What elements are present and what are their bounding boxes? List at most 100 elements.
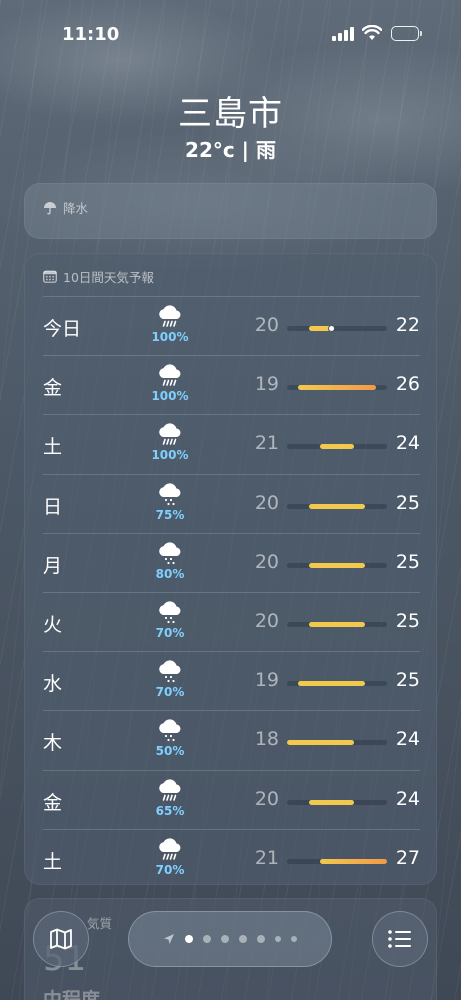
forecast-weather: 80%	[144, 542, 196, 581]
forecast-row[interactable]: 土 70% 21 27	[43, 828, 420, 888]
precip-chance: 100%	[151, 389, 189, 404]
air-quality-description: 中程度	[43, 989, 101, 1000]
rain-cloud-icon	[159, 364, 181, 386]
page-dot[interactable]	[257, 935, 265, 943]
forecast-row[interactable]: 火 70% 20 25	[43, 591, 420, 651]
forecast-low: 19	[254, 373, 279, 396]
temperature-range-bar	[309, 503, 365, 509]
forecast-high: 25	[395, 491, 420, 514]
forecast-row[interactable]: 木 50% 18 24	[43, 710, 420, 769]
precip-chance: 70%	[155, 685, 185, 700]
drizzle-cloud-icon	[159, 542, 181, 564]
temperature-range-bar	[298, 385, 376, 391]
rain-cloud-icon	[159, 838, 181, 860]
forecast-day: 月	[43, 554, 63, 577]
drizzle-cloud-icon	[159, 601, 181, 624]
forecast-weather: 100%	[144, 364, 196, 403]
forecast-high: 24	[395, 787, 420, 810]
temperature-range-track	[287, 799, 387, 805]
list-icon	[388, 930, 411, 948]
precip-chance: 100%	[151, 448, 189, 463]
temperature-range-bar	[287, 740, 354, 746]
forecast-day: 土	[43, 436, 63, 459]
drizzle-cloud-icon	[159, 482, 181, 505]
rain-cloud-icon	[159, 423, 181, 446]
forecast-row[interactable]: 金 100% 19 26	[43, 355, 420, 414]
forecast-row[interactable]: 水 70% 19 25	[43, 651, 420, 710]
map-button[interactable]	[33, 911, 89, 967]
forecast-card-header: 10日間天気予報	[43, 267, 154, 286]
forecast-weather: 100%	[144, 305, 196, 344]
temperature-range-bar	[309, 621, 365, 627]
forecast-low: 20	[254, 787, 279, 810]
forecast-day: 水	[43, 673, 63, 696]
forecast-day: 日	[43, 495, 63, 518]
forecast-day: 今日	[43, 318, 82, 340]
forecast-day: 金	[43, 377, 63, 400]
forecast-high: 27	[395, 846, 420, 869]
forecast-weather: 70%	[144, 601, 196, 640]
air-quality-title: 気質	[87, 916, 113, 931]
temperature-range-track	[287, 385, 387, 391]
forecast-day: 金	[43, 791, 63, 814]
page-dot[interactable]	[221, 935, 229, 943]
signal-icon	[332, 27, 354, 41]
temperature-range-bar	[298, 681, 365, 687]
temperature-range-track	[287, 325, 387, 332]
forecast-high: 26	[395, 373, 420, 396]
forecast-row[interactable]: 金 65% 20 24	[43, 769, 420, 829]
forecast-row[interactable]: 土 100% 21 24	[43, 414, 420, 473]
temperature-range-track	[287, 562, 387, 568]
forecast-weather: 65%	[144, 778, 196, 818]
page-dot[interactable]	[291, 936, 297, 942]
page-dot[interactable]	[239, 935, 247, 943]
precip-chance: 70%	[155, 625, 185, 640]
precipitation-card[interactable]: 降水	[24, 183, 437, 239]
forecast-weather: 50%	[144, 719, 196, 758]
forecast-high: 25	[395, 550, 420, 573]
wifi-icon	[362, 25, 382, 40]
temperature-range-bar	[320, 858, 387, 864]
location-list-button[interactable]	[372, 911, 428, 967]
status-time: 11:10	[62, 24, 120, 45]
forecast-low: 20	[254, 609, 279, 632]
temperature-range-track	[287, 740, 387, 746]
page-dot[interactable]	[203, 935, 211, 943]
current-temperature-dot	[327, 325, 335, 332]
umbrella-icon	[44, 201, 56, 214]
page-dot[interactable]	[275, 936, 281, 942]
forecast-day: 土	[43, 850, 63, 873]
forecast-card-title: 10日間天気予報	[63, 270, 154, 285]
location-pager[interactable]	[128, 911, 332, 967]
forecast-low: 20	[254, 550, 279, 573]
city-name: 三島市	[178, 94, 283, 134]
precipitation-card-title: 降水	[63, 201, 89, 216]
precipitation-card-header: 降水	[43, 198, 88, 217]
battery-icon	[391, 26, 422, 41]
forecast-high: 24	[395, 728, 420, 751]
precip-chance: 70%	[155, 862, 185, 877]
map-icon	[50, 928, 72, 950]
temperature-range-track	[287, 681, 387, 687]
forecast-high: 25	[395, 669, 420, 692]
forecast-row[interactable]: 月 80% 20 25	[43, 532, 420, 592]
temperature-range-bar	[309, 799, 354, 805]
forecast-list: 今日 100% 20 22 金 100% 19 26 土 100% 21 24 日 75% 20 25 月 80%…	[43, 296, 420, 888]
status-bar: 11:10	[0, 0, 461, 60]
drizzle-cloud-icon	[159, 719, 181, 742]
precip-chance: 80%	[155, 566, 185, 581]
temperature-range-track	[287, 444, 387, 450]
forecast-high: 25	[395, 609, 420, 632]
forecast-low: 20	[254, 314, 279, 336]
precip-chance: 100%	[151, 330, 189, 344]
page-dot-active[interactable]	[185, 935, 193, 943]
ten-day-forecast-card[interactable]: 10日間天気予報 今日 100% 20 22 金 100% 19 26 土 100% 21 24 日 75…	[24, 253, 437, 885]
temperature-range-bar	[309, 562, 365, 568]
forecast-day: 火	[43, 613, 63, 636]
rain-cloud-icon	[159, 305, 181, 327]
forecast-row[interactable]: 日 75% 20 25	[43, 473, 420, 533]
location-arrow-icon	[164, 934, 174, 944]
forecast-high: 24	[395, 432, 420, 455]
temperature-range-track	[287, 858, 387, 864]
forecast-row[interactable]: 今日 100% 20 22	[43, 296, 420, 355]
